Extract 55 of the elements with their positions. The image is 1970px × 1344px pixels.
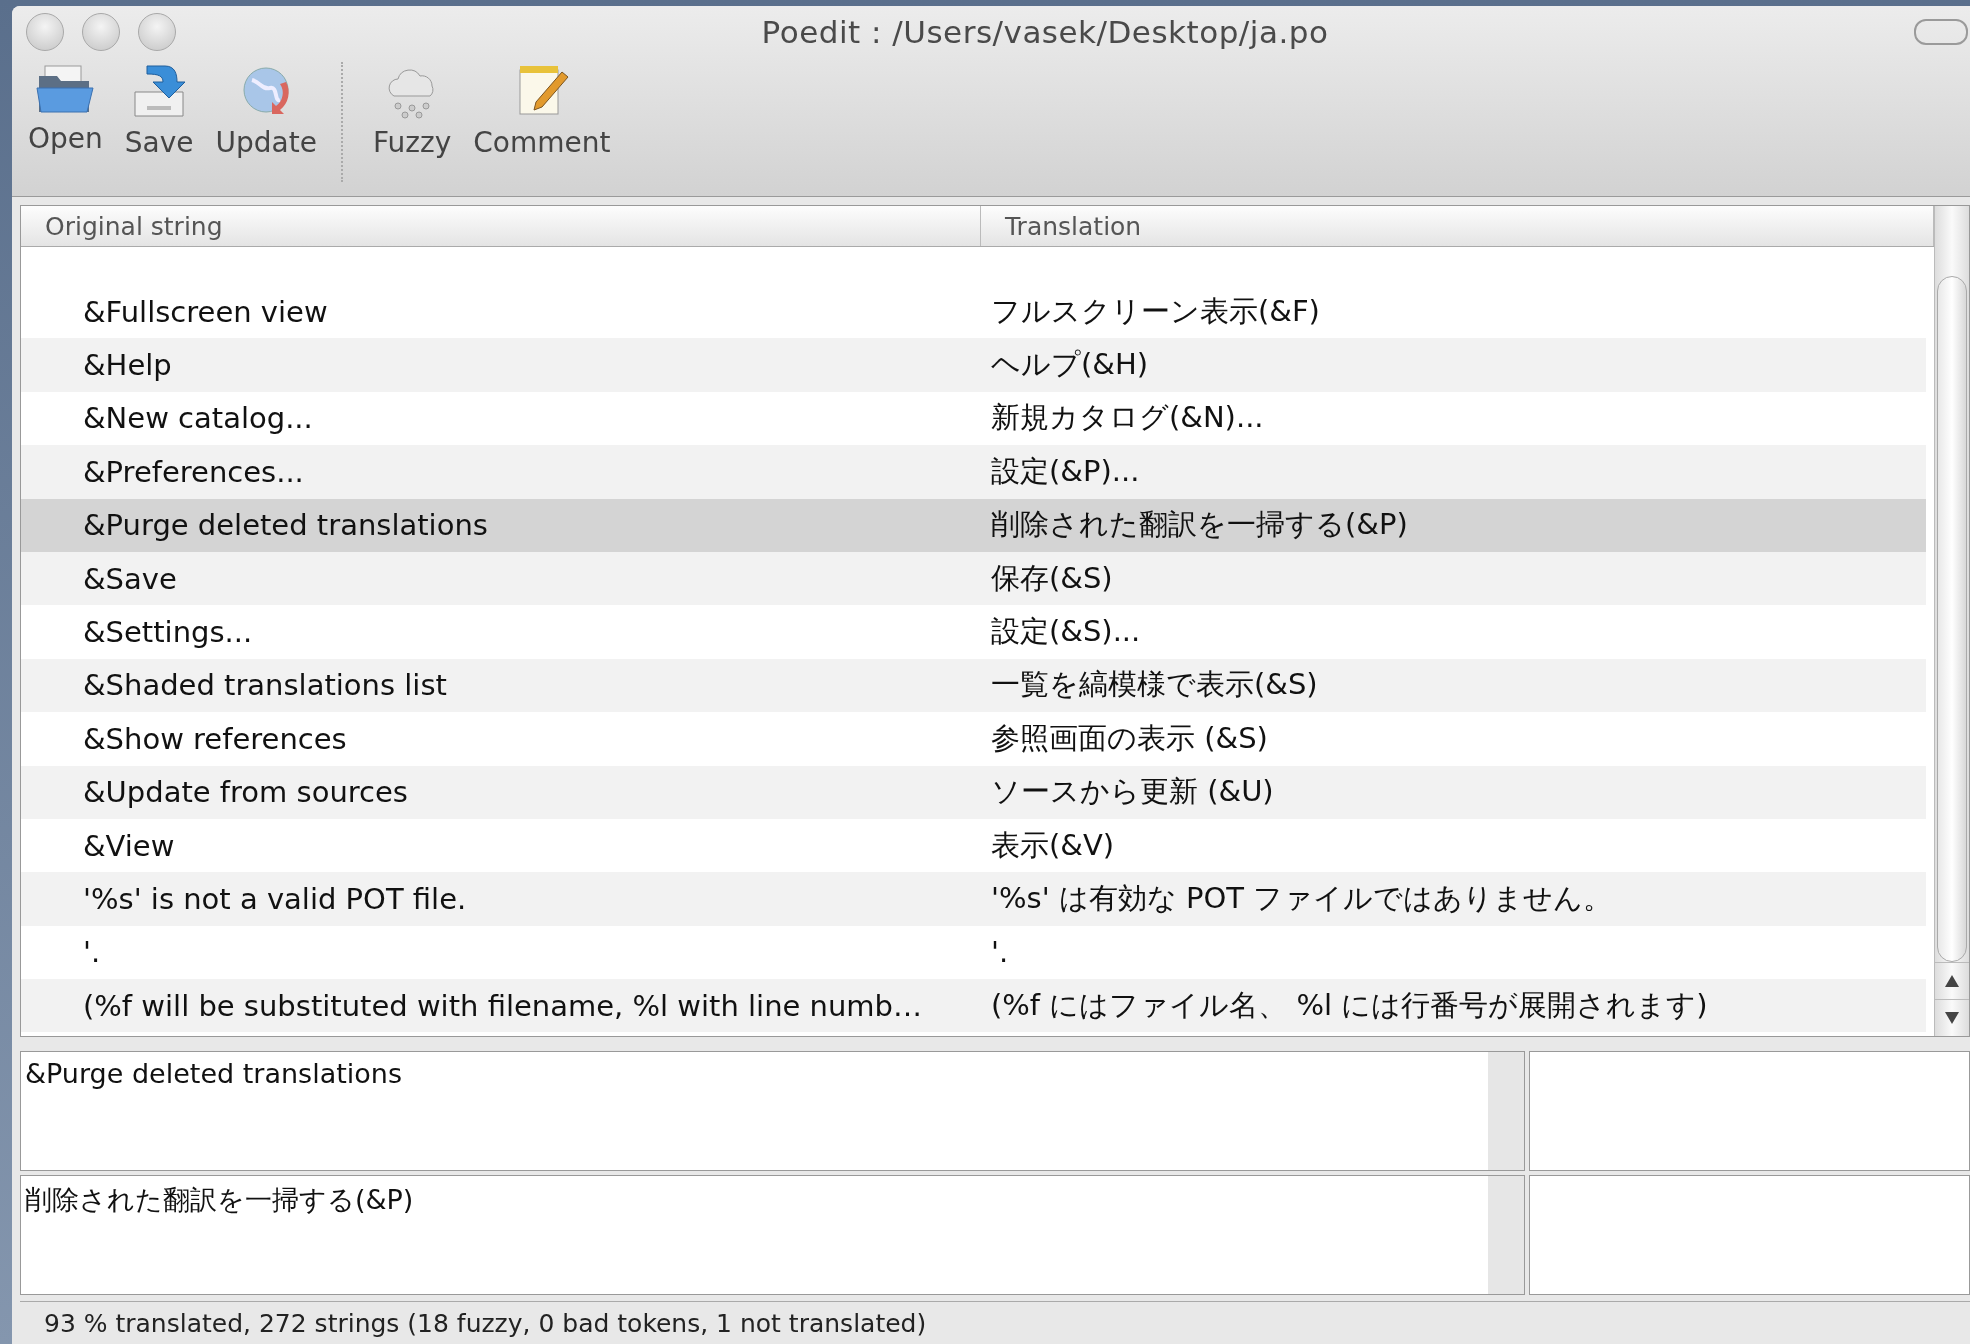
- table-cell-text: 一覧を縞模様で表示(&S): [991, 666, 1318, 704]
- table-row[interactable]: &Preferences... 設定(&P)...: [21, 445, 1926, 499]
- toolbar-button[interactable]: Open: [28, 62, 103, 182]
- toolbar-toggle-button[interactable]: [1914, 19, 1968, 45]
- table-cell: &Show references: [83, 721, 347, 756]
- table-cell: &Save: [83, 561, 177, 596]
- table-cell-text: (%f にはファイル名、 %l には行番号が展開されます): [991, 986, 1708, 1024]
- table-cell: '.: [991, 935, 1009, 970]
- table-row[interactable]: '%s' is not a valid POT file. '%s' は有効な POT ファイルではありません。: [21, 872, 1926, 926]
- table-row[interactable]: (%f will be substituted with filename, %l with line numb… (%f にはファイル名、 %l には行番号が展開されます): [21, 979, 1926, 1033]
- table-row[interactable]: &Update from sources ソースから更新 (&U): [21, 765, 1926, 819]
- table-cell-text: 表示(&V): [991, 826, 1115, 864]
- table-row[interactable]: &Help ヘルプ(&H): [21, 338, 1926, 392]
- table-cell-text: フルスクリーン表示(&F): [991, 292, 1320, 330]
- status-bar: 93 % translated, 272 strings (18 fuzzy, 0 bad tokens, 1 not translated): [20, 1301, 1970, 1344]
- table-cell-text: ソースから更新 (&U): [991, 773, 1274, 811]
- toolbar-button[interactable]: Comment: [473, 62, 611, 182]
- table-cell: &Help: [83, 348, 172, 383]
- table-cell-text: '%s' は有効な POT ファイルではありません。: [991, 880, 1613, 917]
- table-cell: &Settings...: [83, 615, 253, 650]
- table-cell-text: ヘルプ(&H): [991, 346, 1149, 384]
- table-cell-text: 新規カタログ(&N)...: [991, 399, 1264, 437]
- table-cell: &Update from sources: [83, 775, 408, 810]
- table-cell: '%s' is not a valid POT file.: [83, 882, 467, 916]
- table-cell-text: 設定(&P)...: [991, 452, 1140, 490]
- table-cell-text: 保存(&S): [991, 559, 1113, 597]
- up-arrow-icon: [1944, 974, 1960, 988]
- table-row[interactable]: &Purge deleted translations 削除された翻訳を一掃する(&P): [21, 498, 1926, 552]
- zoom-button[interactable]: [138, 13, 176, 51]
- table-row[interactable]: &Shaded translations list 一覧を縞模様で表示(&S): [21, 658, 1926, 713]
- table-cell-text: 削除された翻訳を一掃する(&P): [991, 506, 1408, 544]
- scrollbar[interactable]: [1934, 206, 1969, 1036]
- translation-text-field[interactable]: 削除された翻訳を一掃する(&P): [20, 1175, 1525, 1295]
- table-cell: &Purge deleted translations: [83, 508, 488, 543]
- column-header[interactable]: Original string: [21, 206, 981, 246]
- original-text-field[interactable]: &Purge deleted translations: [20, 1051, 1525, 1171]
- table-cell: (%f will be substituted with filename, %l with line numb…: [83, 988, 923, 1023]
- toolbar-button[interactable]: Fuzzy: [372, 62, 452, 182]
- toolbar-button[interactable]: Update: [215, 62, 317, 182]
- table-cell-text: 参照画面の表示 (&S): [991, 719, 1268, 757]
- minimize-button[interactable]: [82, 13, 120, 51]
- table-cell: &View: [83, 828, 175, 863]
- scrollbar-thumb[interactable]: [1937, 276, 1967, 962]
- down-arrow-icon: [1944, 1011, 1960, 1025]
- folder-icon: [35, 62, 96, 116]
- table-row[interactable]: &Save 保存(&S): [21, 551, 1926, 606]
- table-cell: '.: [83, 935, 101, 970]
- window-title: Poedit : /Users/vasek/Desktop/ja.po: [760, 14, 1330, 50]
- close-button[interactable]: [26, 13, 64, 51]
- toolbar-button[interactable]: Save: [124, 62, 194, 182]
- table-cell: &New catalog...: [83, 401, 313, 436]
- table-cell: &Fullscreen view: [83, 294, 328, 329]
- table-cell: &Preferences...: [83, 454, 304, 489]
- table-cell-text: 設定(&S)...: [991, 613, 1141, 651]
- table-cell: &Shaded translations list: [83, 668, 447, 703]
